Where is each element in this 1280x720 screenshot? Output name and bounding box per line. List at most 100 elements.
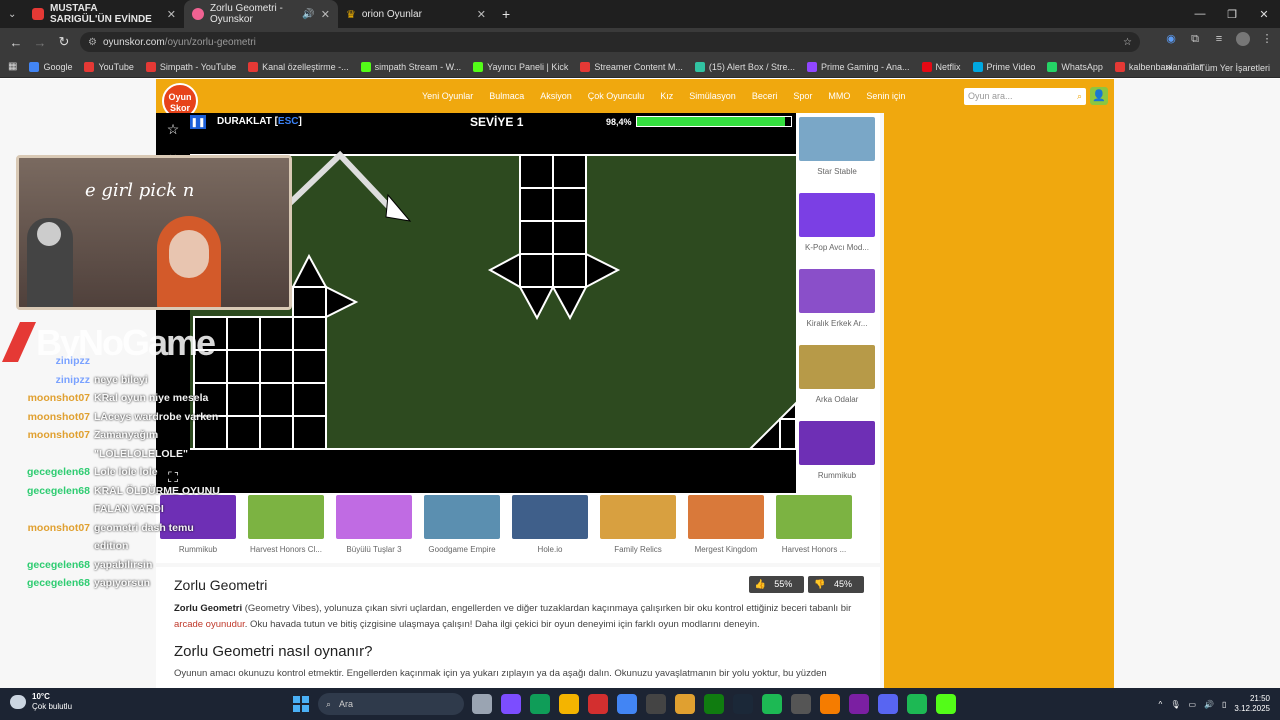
taskbar-app-icon[interactable] — [617, 694, 637, 714]
bookmark-item[interactable]: (15) Alert Box / Stre... — [694, 61, 795, 72]
apps-grid-icon[interactable]: ▦ — [8, 61, 17, 72]
nav-link[interactable]: Beceri — [752, 91, 778, 101]
maximize-icon[interactable]: ❐ — [1216, 0, 1248, 28]
taskbar-app-icon[interactable] — [588, 694, 608, 714]
taskbar-app-icon[interactable] — [762, 694, 782, 714]
battery-icon[interactable]: ▯ — [1222, 700, 1226, 709]
game-card[interactable]: Kiralık Erkek Ar... — [799, 269, 875, 328]
search-icon[interactable]: ⌕ — [1077, 88, 1082, 105]
game-card[interactable]: K-Pop Avcı Mod... — [799, 193, 875, 252]
game-card[interactable]: Family Relics — [598, 495, 678, 563]
display-icon[interactable]: ▭ — [1188, 700, 1196, 709]
bookmark-star-icon[interactable]: ☆ — [1123, 37, 1132, 48]
taskbar-app-icon[interactable] — [501, 694, 521, 714]
close-icon[interactable]: ✕ — [167, 8, 176, 21]
nav-link[interactable]: Simülasyon — [689, 91, 736, 101]
close-icon[interactable]: ✕ — [477, 8, 486, 21]
bookmark-item[interactable]: Prime Gaming - Ana... — [806, 61, 910, 72]
dislike-button[interactable]: 👎 45% — [808, 576, 864, 593]
address-bar[interactable]: ⚙ oyunskor.com/oyun/zorlu-geometri ☆ — [80, 32, 1140, 52]
start-button[interactable] — [293, 696, 309, 712]
taskbar-app-icon[interactable] — [530, 694, 550, 714]
game-card[interactable]: Mergest Kingdom — [686, 495, 766, 563]
bookmark-item[interactable]: WhatsApp — [1047, 61, 1103, 72]
like-button[interactable]: 👍 55% — [748, 576, 805, 593]
microphone-icon[interactable]: 🎙 — [1170, 700, 1180, 709]
user-icon[interactable]: 👤 — [1090, 87, 1108, 105]
extensions-icon[interactable]: ⧉ — [1188, 32, 1202, 46]
menu-icon[interactable]: ⋮ — [1260, 32, 1274, 46]
taskbar-app-icon[interactable] — [820, 694, 840, 714]
game-card[interactable]: Harvest Honors ... — [774, 495, 854, 563]
bookmark-item[interactable]: Streamer Content M... — [580, 61, 683, 72]
browser-tab[interactable]: MUSTAFA SARIGÜL'ÜN EVİNDE ✕ — [24, 0, 184, 28]
close-window-icon[interactable]: ✕ — [1248, 0, 1280, 28]
nav-link[interactable]: Yeni Oyunlar — [422, 91, 473, 101]
chat-message: gecegelen68 yapıyorsun — [0, 577, 240, 589]
nav-link[interactable]: Senin için — [866, 91, 905, 101]
media-icon[interactable]: ≡ — [1212, 32, 1226, 46]
all-bookmarks[interactable]: 🗀 Tüm Yer İşaretleri — [1186, 60, 1270, 76]
pause-icon[interactable]: ❚❚ — [190, 115, 206, 129]
bookmark-item[interactable]: Simpath - YouTube — [145, 61, 236, 72]
volume-icon[interactable]: 🔊 — [1204, 700, 1214, 709]
nav-link[interactable]: Çok Oyunculu — [588, 91, 645, 101]
nav-link[interactable]: Kız — [660, 91, 673, 101]
more-bookmarks-icon[interactable]: » — [1165, 60, 1172, 74]
game-card[interactable]: Arka Odalar — [799, 345, 875, 404]
taskbar-search[interactable]: ⌕ Ara — [318, 693, 464, 715]
taskbar-app-icon[interactable] — [472, 694, 492, 714]
nav-link[interactable]: Aksiyon — [540, 91, 572, 101]
browser-tab-active[interactable]: Zorlu Geometri - Oyunskor 🔊 ✕ — [184, 0, 338, 28]
taskbar-app-icon[interactable] — [559, 694, 579, 714]
reload-icon[interactable]: ↻ — [52, 34, 76, 50]
taskbar-app-icon[interactable] — [907, 694, 927, 714]
arcade-link[interactable]: arcade oyunudur — [174, 619, 245, 630]
weather-widget[interactable]: 10°C Çok bulutlu — [10, 692, 72, 712]
close-icon[interactable]: ✕ — [321, 8, 330, 21]
bookmark-item[interactable]: Prime Video — [972, 61, 1035, 72]
game-card[interactable]: Star Stable — [799, 117, 875, 176]
new-tab-button[interactable]: + — [494, 0, 518, 28]
nav-link[interactable]: Bulmaca — [489, 91, 524, 101]
game-card[interactable]: Hole.io — [510, 495, 590, 563]
taskbar-app-icon[interactable] — [704, 694, 724, 714]
profile-avatar[interactable] — [1236, 32, 1250, 46]
nav-link[interactable]: MMO — [828, 91, 850, 101]
cast-icon[interactable]: ◉ — [1164, 32, 1178, 46]
game-card[interactable]: Harvest Honors Cl... — [246, 495, 326, 563]
clock[interactable]: 21:50 3.12.2025 — [1234, 694, 1270, 714]
taskbar-app-icon[interactable] — [733, 694, 753, 714]
game-card[interactable]: Büyülü Tuşlar 3 — [334, 495, 414, 563]
taskbar-app-icon[interactable] — [936, 694, 956, 714]
audio-icon[interactable]: 🔊 — [302, 9, 314, 20]
tray-overflow-icon[interactable]: ^ — [1159, 700, 1163, 709]
folder-icon: 🗀 — [1186, 62, 1196, 72]
taskbar-app-icon[interactable] — [675, 694, 695, 714]
game-card[interactable]: Rummikub — [799, 421, 875, 480]
bookmark-item[interactable]: simpath Stream - W... — [360, 61, 461, 72]
bookmark-item[interactable]: Google — [29, 61, 72, 72]
chat-text: yapıyorsun — [94, 577, 151, 589]
site-search-input[interactable]: Oyun ara... ⌕ — [964, 88, 1086, 105]
taskbar-app-icon[interactable] — [878, 694, 898, 714]
browser-tab[interactable]: ♛ orion Oyunlar ✕ — [338, 0, 494, 28]
tab-list-button[interactable]: ⌄ — [0, 0, 24, 28]
bookmark-item[interactable]: Kanal özelleştirme -... — [248, 61, 349, 72]
bookmark-item[interactable]: YouTube — [84, 61, 134, 72]
minimize-icon[interactable]: — — [1184, 0, 1216, 28]
pause-label[interactable]: DURAKLAT [ESC] — [217, 116, 302, 127]
nav-link[interactable]: Spor — [793, 91, 812, 101]
taskbar-app-icon[interactable] — [791, 694, 811, 714]
taskbar-app-icon[interactable] — [646, 694, 666, 714]
bookmark-item[interactable]: Yayıncı Paneli | Kick — [473, 61, 569, 72]
bookmark-label: Yayıncı Paneli | Kick — [487, 61, 569, 72]
favorite-star-icon[interactable]: ☆ — [156, 121, 190, 138]
site-info-icon[interactable]: ⚙ — [88, 37, 97, 48]
bookmark-item[interactable]: Netflix — [921, 61, 961, 72]
game-card[interactable]: Goodgame Empire — [422, 495, 502, 563]
back-icon[interactable]: ← — [4, 35, 28, 50]
chat-message: FALAN VARDI — [0, 503, 240, 515]
forward-icon[interactable]: → — [28, 35, 52, 50]
taskbar-app-icon[interactable] — [849, 694, 869, 714]
